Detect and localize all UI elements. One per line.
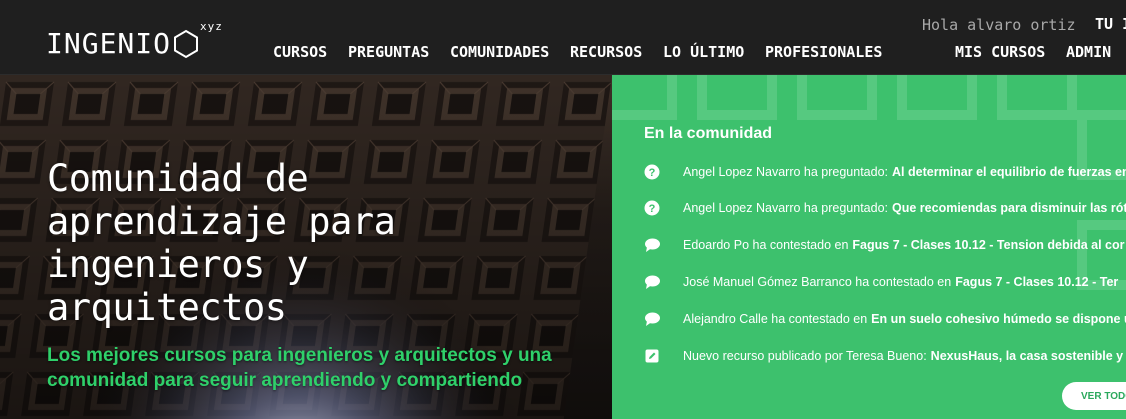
- activity-item: Edoardo Po ha contestado en Fagus 7 - Cl…: [644, 235, 1126, 255]
- nav-cursos[interactable]: CURSOS: [273, 43, 327, 61]
- activity-item: ? Angel Lopez Navarro ha preguntado: Al …: [644, 162, 1126, 182]
- activity-author: Edoardo Po ha contestado en: [683, 238, 849, 252]
- hexagon-logo-icon: [174, 29, 199, 59]
- activity-link[interactable]: NexusHaus, la casa sostenible y: [931, 349, 1123, 363]
- activity-link[interactable]: En un suelo cohesivo húmedo se dispone u: [871, 312, 1126, 326]
- nav-admin[interactable]: ADMIN: [1066, 43, 1111, 61]
- user-greeting: Hola alvaro ortiz: [922, 16, 1076, 34]
- hero-section: Comunidad de aprendizaje para ingenieros…: [0, 75, 612, 419]
- community-title: En la comunidad: [644, 125, 773, 142]
- view-all-button[interactable]: VER TODO: [1062, 382, 1126, 410]
- activity-item: José Manuel Gómez Barranco ha contestado…: [644, 272, 1126, 292]
- activity-author: José Manuel Gómez Barranco ha contestado…: [683, 275, 952, 289]
- nav-comunidades[interactable]: COMUNIDADES: [450, 43, 549, 61]
- community-panel: En la comunidad ? Angel Lopez Navarro ha…: [612, 75, 1126, 419]
- activity-link[interactable]: Que recomiendas para disminuir las rótu: [892, 201, 1126, 215]
- comment-icon: [645, 312, 660, 326]
- nav-mis-cursos[interactable]: MIS CURSOS: [955, 43, 1045, 61]
- activity-item: Alejandro Calle ha contestado en En un s…: [644, 309, 1126, 329]
- activity-item: ? Angel Lopez Navarro ha preguntado: Que…: [644, 198, 1126, 218]
- nav-profesionales[interactable]: PROFESIONALES: [765, 43, 882, 61]
- svg-text:?: ?: [649, 167, 656, 179]
- nav-lo-ultimo[interactable]: LO ÚLTIMO: [663, 43, 744, 61]
- activity-link[interactable]: Fagus 7 - Clases 10.12 - Ter: [955, 275, 1118, 289]
- question-icon: ?: [644, 164, 660, 180]
- activity-author: Alejandro Calle ha contestado en: [683, 312, 868, 326]
- logo-text: INGENIO: [46, 27, 172, 60]
- logo[interactable]: INGENIO xyz: [46, 20, 223, 68]
- activity-link[interactable]: Al determinar el equilibrio de fuerzas e…: [892, 165, 1126, 179]
- activity-author: Angel Lopez Navarro ha preguntado:: [683, 201, 889, 215]
- comment-icon: [645, 275, 660, 289]
- activity-link[interactable]: Fagus 7 - Clases 10.12 - Tension debida …: [852, 238, 1124, 252]
- activity-author: Nuevo recurso publicado por Teresa Bueno…: [683, 349, 927, 363]
- hero-title: Comunidad de aprendizaje para ingenieros…: [47, 157, 396, 329]
- comment-icon: [645, 238, 660, 252]
- nav-preguntas[interactable]: PREGUNTAS: [348, 43, 429, 61]
- nav-recursos[interactable]: RECURSOS: [570, 43, 642, 61]
- logo-suffix: xyz: [200, 20, 223, 33]
- question-icon: ?: [644, 200, 660, 216]
- activity-item: Nuevo recurso publicado por Teresa Bueno…: [644, 346, 1126, 366]
- edit-icon: [645, 349, 659, 363]
- svg-text:?: ?: [649, 203, 656, 215]
- hero-subtitle: Los mejores cursos para ingenieros y arq…: [47, 345, 552, 391]
- user-menu[interactable]: TU I: [1095, 15, 1126, 33]
- activity-author: Angel Lopez Navarro ha preguntado:: [683, 165, 889, 179]
- top-header: INGENIO xyz Hola alvaro ortiz TU I CURSO…: [0, 0, 1126, 75]
